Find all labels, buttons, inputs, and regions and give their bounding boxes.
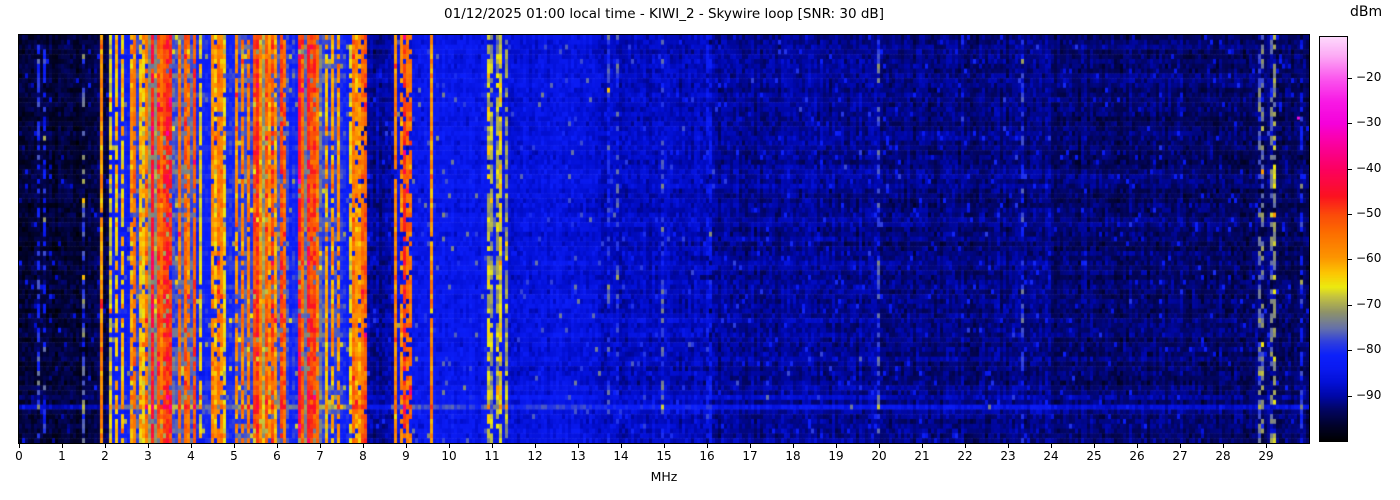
x-tick-mark [1180, 444, 1181, 448]
x-tick-mark [1051, 444, 1052, 448]
x-tick-label: 5 [230, 449, 238, 463]
colorbar-tick-mark [1347, 123, 1352, 125]
x-tick-mark [19, 444, 20, 448]
x-tick-label: 10 [441, 449, 457, 463]
x-tick-label: 19 [828, 449, 844, 463]
x-tick-mark [621, 444, 622, 448]
colorbar-tick-label: −90 [1356, 387, 1382, 402]
colorbar-tick-mark [1347, 304, 1352, 306]
x-tick-mark [234, 444, 235, 448]
x-tick-mark [406, 444, 407, 448]
x-tick-mark [1137, 444, 1138, 448]
x-tick-mark [1008, 444, 1009, 448]
x-tick-label: 7 [316, 449, 324, 463]
x-tick-mark [750, 444, 751, 448]
x-tick-label: 8 [359, 449, 367, 463]
colorbar-tick-label: −70 [1356, 296, 1382, 311]
x-tick-label: 24 [1043, 449, 1059, 463]
x-tick-mark [922, 444, 923, 448]
x-tick-label: 3 [144, 449, 152, 463]
x-tick-label: 13 [570, 449, 586, 463]
x-tick-label: 1 [58, 449, 66, 463]
colorbar-tick-mark [1347, 77, 1352, 79]
x-tick-label: 0 [15, 449, 23, 463]
x-tick-mark [707, 444, 708, 448]
colorbar-tick-mark [1347, 259, 1352, 261]
colorbar-tick-label: −20 [1356, 69, 1382, 84]
spectrogram-figure: 01/12/2025 01:00 local time - KIWI_2 - S… [0, 0, 1400, 500]
x-tick-mark [535, 444, 536, 448]
x-tick-label: 28 [1215, 449, 1231, 463]
waterfall-heatmap [18, 34, 1310, 444]
x-tick-label: 18 [785, 449, 801, 463]
x-tick-mark [277, 444, 278, 448]
x-tick-label: 20 [871, 449, 887, 463]
x-tick-mark [492, 444, 493, 448]
colorbar-unit-label: dBm [1350, 4, 1383, 20]
colorbar-tick-label: −80 [1356, 342, 1382, 357]
x-tick-label: 22 [957, 449, 973, 463]
x-tick-label: 26 [1129, 449, 1145, 463]
x-tick-mark [449, 444, 450, 448]
x-tick-mark [965, 444, 966, 448]
x-tick-label: 17 [742, 449, 758, 463]
x-tick-mark [1266, 444, 1267, 448]
x-tick-mark [1223, 444, 1224, 448]
colorbar-gradient [1319, 36, 1348, 442]
colorbar-tick-mark [1347, 395, 1352, 397]
x-tick-label: 25 [1086, 449, 1102, 463]
x-tick-label: 29 [1258, 449, 1274, 463]
x-tick-label: 11 [484, 449, 500, 463]
x-tick-mark [793, 444, 794, 448]
x-tick-label: 16 [699, 449, 715, 463]
colorbar-tick-label: −60 [1356, 251, 1382, 266]
colorbar-tick-mark [1347, 214, 1352, 216]
colorbar-tick-mark [1347, 168, 1352, 170]
x-tick-mark [363, 444, 364, 448]
x-tick-label: 14 [613, 449, 629, 463]
x-tick-label: 9 [402, 449, 410, 463]
x-tick-label: 12 [527, 449, 543, 463]
x-tick-label: 6 [273, 449, 281, 463]
x-tick-mark [105, 444, 106, 448]
x-axis-label: MHz [650, 469, 678, 484]
x-tick-label: 23 [1000, 449, 1016, 463]
x-tick-label: 15 [656, 449, 672, 463]
x-tick-label: 4 [187, 449, 195, 463]
colorbar-tick-mark [1347, 350, 1352, 352]
x-tick-mark [320, 444, 321, 448]
colorbar-tick-label: −30 [1356, 115, 1382, 130]
x-tick-mark [836, 444, 837, 448]
x-tick-mark [148, 444, 149, 448]
x-tick-mark [62, 444, 63, 448]
colorbar-tick-label: −40 [1356, 160, 1382, 175]
x-tick-mark [664, 444, 665, 448]
x-tick-label: 27 [1172, 449, 1188, 463]
x-tick-mark [1094, 444, 1095, 448]
colorbar-tick-label: −50 [1356, 206, 1382, 221]
x-tick-label: 2 [101, 449, 109, 463]
x-tick-label: 21 [914, 449, 930, 463]
x-tick-mark [578, 444, 579, 448]
x-tick-mark [191, 444, 192, 448]
plot-title: 01/12/2025 01:00 local time - KIWI_2 - S… [444, 6, 884, 22]
x-tick-mark [879, 444, 880, 448]
